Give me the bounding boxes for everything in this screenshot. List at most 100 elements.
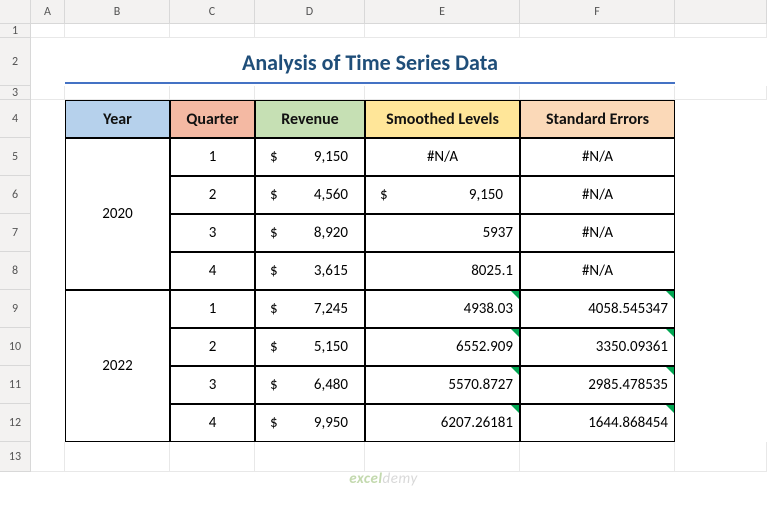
row-header-2[interactable]: 2: [0, 38, 31, 86]
cell-A7[interactable]: [31, 214, 65, 252]
cell-smoothed-7[interactable]: 5937: [365, 214, 520, 252]
cell-revenue-6[interactable]: $4,560: [255, 176, 365, 214]
cell-revenue-7[interactable]: $8,920: [255, 214, 365, 252]
cell-stderr-8[interactable]: #N/A: [520, 252, 675, 290]
cell-blank-1-0[interactable]: [31, 24, 65, 38]
col-header-D[interactable]: D: [255, 0, 365, 24]
cell-smoothed-10[interactable]: 6552.909: [365, 328, 520, 366]
cell-blank-13-4[interactable]: [365, 442, 520, 472]
row-header-3[interactable]: 3: [0, 86, 31, 100]
cell-blank-13-1[interactable]: [65, 442, 170, 472]
cell-revenue-9[interactable]: $7,245: [255, 290, 365, 328]
cell-blank-13-2[interactable]: [170, 442, 255, 472]
cell-smoothed-8[interactable]: 8025.1: [365, 252, 520, 290]
cell-blank-3-6[interactable]: [675, 86, 767, 100]
cell-revenue-5[interactable]: $9,150: [255, 138, 365, 176]
cell-blank-1-1[interactable]: [65, 24, 170, 38]
cell-revenue-8[interactable]: $3,615: [255, 252, 365, 290]
cell-blank-13-3[interactable]: [255, 442, 365, 472]
cell-A5[interactable]: [31, 138, 65, 176]
cell-year-2020[interactable]: 2020: [65, 138, 170, 290]
row-header-10[interactable]: 10: [0, 328, 31, 366]
cell-G8[interactable]: [675, 252, 767, 290]
col-header-E[interactable]: E: [365, 0, 520, 24]
cell-quarter-10[interactable]: 2: [170, 328, 255, 366]
cell-blank-3-2[interactable]: [170, 86, 255, 100]
cell-G2[interactable]: [675, 38, 767, 86]
cell-revenue-12[interactable]: $9,950: [255, 404, 365, 442]
cell-blank-3-3[interactable]: [255, 86, 365, 100]
cell-smoothed-5[interactable]: #N/A: [365, 138, 520, 176]
cell-blank-1-6[interactable]: [675, 24, 767, 38]
cell-stderr-5[interactable]: #N/A: [520, 138, 675, 176]
revenue-value: 5,150: [314, 338, 358, 356]
cell-blank-13-0[interactable]: [31, 442, 65, 472]
cell-blank-3-5[interactable]: [520, 86, 675, 100]
cell-stderr-7[interactable]: #N/A: [520, 214, 675, 252]
col-header-C[interactable]: C: [170, 0, 255, 24]
cell-smoothed-12[interactable]: 6207.26181: [365, 404, 520, 442]
cell-stderr-6[interactable]: #N/A: [520, 176, 675, 214]
col-header-A[interactable]: A: [31, 0, 65, 24]
col-header-extra[interactable]: [675, 0, 767, 24]
row-header-1[interactable]: 1: [0, 24, 31, 38]
cell-blank-1-3[interactable]: [255, 24, 365, 38]
cell-quarter-9[interactable]: 1: [170, 290, 255, 328]
cell-quarter-7[interactable]: 3: [170, 214, 255, 252]
cell-smoothed-11[interactable]: 5570.8727: [365, 366, 520, 404]
cell-stderr-9[interactable]: 4058.545347: [520, 290, 675, 328]
cell-quarter-12[interactable]: 4: [170, 404, 255, 442]
cell-revenue-10[interactable]: $5,150: [255, 328, 365, 366]
cell-G12[interactable]: [675, 404, 767, 442]
cell-quarter-11[interactable]: 3: [170, 366, 255, 404]
cell-blank-1-2[interactable]: [170, 24, 255, 38]
cell-G6[interactable]: [675, 176, 767, 214]
cell-blank-3-1[interactable]: [65, 86, 170, 100]
cell-G11[interactable]: [675, 366, 767, 404]
cell-G7[interactable]: [675, 214, 767, 252]
cell-quarter-6[interactable]: 2: [170, 176, 255, 214]
row-header-9[interactable]: 9: [0, 290, 31, 328]
row-header-5[interactable]: 5: [0, 138, 31, 176]
cell-A6[interactable]: [31, 176, 65, 214]
row-header-13[interactable]: 13: [0, 442, 31, 472]
col-header-B[interactable]: B: [65, 0, 170, 24]
cell-G10[interactable]: [675, 328, 767, 366]
cell-A9[interactable]: [31, 290, 65, 328]
row-header-4[interactable]: 4: [0, 100, 31, 138]
cell-year-2022[interactable]: 2022: [65, 290, 170, 442]
cell-G9[interactable]: [675, 290, 767, 328]
cell-blank-13-6[interactable]: [675, 442, 767, 472]
row-header-6[interactable]: 6: [0, 176, 31, 214]
dollar-sign-icon: $: [262, 148, 278, 166]
row-header-12[interactable]: 12: [0, 404, 31, 442]
cell-quarter-5[interactable]: 1: [170, 138, 255, 176]
cell-A8[interactable]: [31, 252, 65, 290]
cell-blank-1-5[interactable]: [520, 24, 675, 38]
cell-blank-1-4[interactable]: [365, 24, 520, 38]
cell-blank-3-4[interactable]: [365, 86, 520, 100]
cell-stderr-11[interactable]: 2985.478535: [520, 366, 675, 404]
cell-smoothed-9[interactable]: 4938.03: [365, 290, 520, 328]
cell-stderr-10[interactable]: 3350.09361: [520, 328, 675, 366]
select-all-corner[interactable]: [0, 0, 31, 24]
cell-G5[interactable]: [675, 138, 767, 176]
dollar-sign-icon: $: [262, 338, 278, 356]
cell-revenue-11[interactable]: $6,480: [255, 366, 365, 404]
cell-blank-3-0[interactable]: [31, 86, 65, 100]
cell-A10[interactable]: [31, 328, 65, 366]
cell-A2[interactable]: [31, 38, 65, 86]
cell-blank-13-5[interactable]: [520, 442, 675, 472]
row-header-7[interactable]: 7: [0, 214, 31, 252]
row-header-8[interactable]: 8: [0, 252, 31, 290]
cell-A11[interactable]: [31, 366, 65, 404]
cell-G4[interactable]: [675, 100, 767, 138]
cell-smoothed-6[interactable]: $9,150: [365, 176, 520, 214]
cell-A4[interactable]: [31, 100, 65, 138]
cell-quarter-8[interactable]: 4: [170, 252, 255, 290]
col-header-F[interactable]: F: [520, 0, 675, 24]
row-header-11[interactable]: 11: [0, 366, 31, 404]
cell-A12[interactable]: [31, 404, 65, 442]
revenue-value: 7,245: [314, 300, 358, 318]
cell-stderr-12[interactable]: 1644.868454: [520, 404, 675, 442]
